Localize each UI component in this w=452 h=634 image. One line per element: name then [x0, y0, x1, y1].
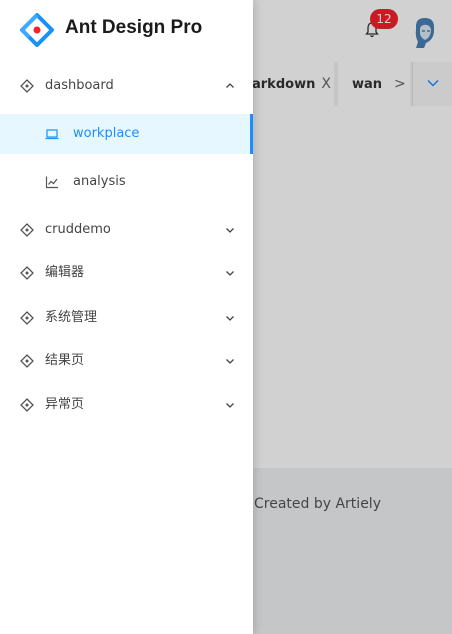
dashboard-icon: [20, 79, 34, 93]
sidebar-item-label: workplace: [73, 126, 140, 141]
dashboard-icon: [20, 398, 34, 412]
sidebar-item-system-management[interactable]: 系统管理: [0, 298, 253, 338]
sidebar-item-label: 编辑器: [45, 265, 85, 280]
ant-design-logo-icon[interactable]: [20, 13, 54, 47]
sidebar-item-label: 系统管理: [45, 310, 98, 325]
sidebar-drawer: Ant Design Pro dashboard workplace analy…: [0, 0, 253, 634]
sidebar-item-label: analysis: [73, 174, 126, 189]
sidebar-item-dashboard[interactable]: dashboard: [0, 66, 253, 106]
dashboard-icon: [20, 311, 34, 325]
sidebar-item-workplace[interactable]: workplace: [0, 114, 253, 154]
chevron-down-icon: [226, 359, 234, 364]
active-indicator: [250, 114, 253, 154]
chevron-down-icon: [226, 228, 234, 233]
sidebar-item-result-page[interactable]: 结果页: [0, 341, 253, 381]
sidebar-item-label: 结果页: [45, 353, 85, 368]
chevron-up-icon: [226, 83, 234, 88]
sidebar-item-label: 异常页: [45, 397, 85, 412]
line-chart-icon: [45, 176, 58, 189]
chevron-down-icon: [226, 271, 234, 276]
sidebar-item-analysis[interactable]: analysis: [0, 162, 253, 202]
chevron-down-icon: [226, 403, 234, 408]
sidebar-item-cruddemo[interactable]: cruddemo: [0, 210, 253, 250]
chevron-down-icon: [226, 316, 234, 321]
sidebar-item-label: dashboard: [45, 78, 114, 93]
dashboard-icon: [20, 223, 34, 237]
dashboard-icon: [20, 266, 34, 280]
app-title: Ant Design Pro: [65, 17, 203, 38]
sidebar-item-exception-page[interactable]: 异常页: [0, 385, 253, 425]
sidebar-item-label: cruddemo: [45, 222, 111, 237]
sidebar-item-editor[interactable]: 编辑器: [0, 253, 253, 293]
dashboard-icon: [20, 354, 34, 368]
laptop-icon: [45, 129, 59, 140]
